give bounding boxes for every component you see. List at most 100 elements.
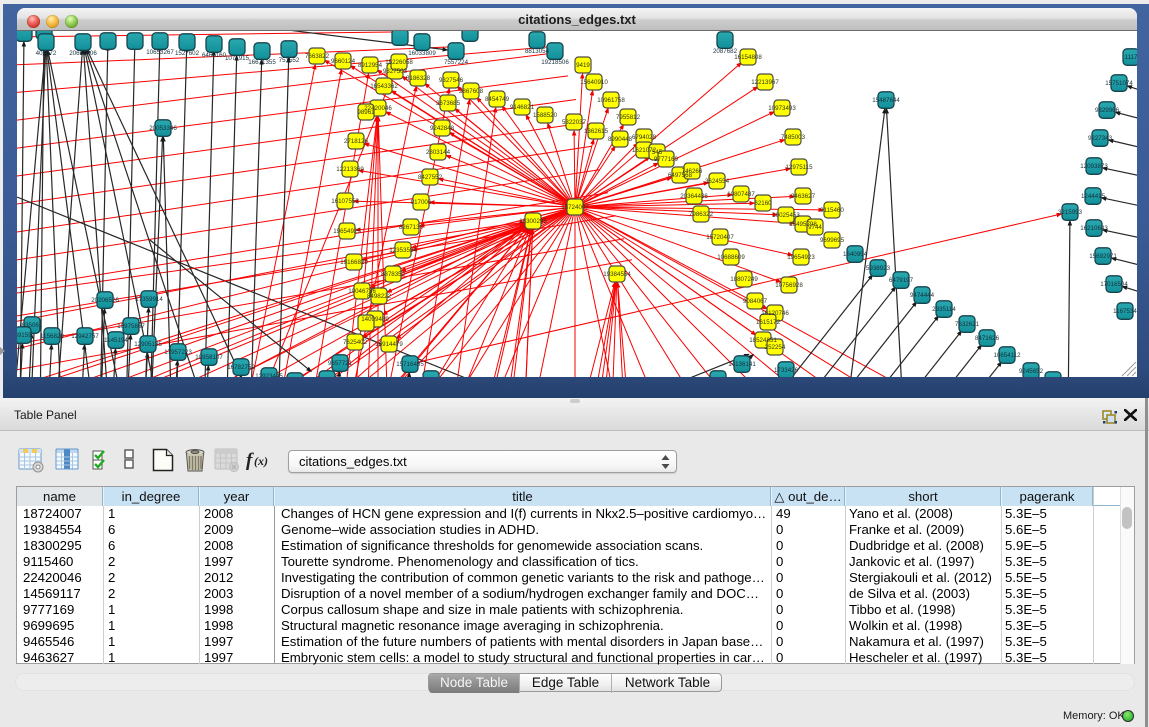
svg-text:10958107: 10958107 <box>195 354 223 361</box>
svg-text:751552: 751552 <box>279 57 300 64</box>
svg-text:9660124: 9660124 <box>331 58 356 65</box>
svg-text:9474444: 9474444 <box>910 292 935 299</box>
svg-text:12213369: 12213369 <box>336 166 364 173</box>
svg-text:16671355: 16671355 <box>248 59 276 66</box>
svg-text:16154808: 16154808 <box>734 54 762 61</box>
svg-text:1615172: 1615172 <box>756 319 781 326</box>
svg-text:10654112: 10654112 <box>993 352 1021 359</box>
svg-text:6794028: 6794028 <box>632 134 657 141</box>
svg-text:19166829: 19166829 <box>340 259 368 266</box>
svg-text:8267130: 8267130 <box>399 224 424 231</box>
svg-text:917006: 917006 <box>411 199 432 206</box>
svg-text:18807249: 18807249 <box>730 276 758 283</box>
svg-text:1071915: 1071915 <box>225 55 250 62</box>
svg-text:19654923: 19654923 <box>787 254 815 261</box>
svg-text:10975867: 10975867 <box>117 323 145 330</box>
svg-text:7632621: 7632621 <box>955 321 980 328</box>
svg-text:8471626: 8471626 <box>975 335 1000 342</box>
svg-text:15226058: 15226058 <box>385 59 413 66</box>
svg-text:8186328: 8186328 <box>406 75 431 82</box>
svg-text:405572: 405572 <box>36 50 57 57</box>
svg-text:3673685: 3673685 <box>436 100 461 107</box>
svg-text:9245652: 9245652 <box>1019 368 1044 375</box>
svg-text:18300295: 18300295 <box>519 218 547 225</box>
svg-text:7955812: 7955812 <box>616 114 641 121</box>
svg-text:8990448: 8990448 <box>608 136 633 143</box>
svg-text:1733426: 1733426 <box>774 367 799 374</box>
svg-text:16782759: 16782759 <box>227 364 255 371</box>
svg-text:2803144: 2803144 <box>426 149 451 156</box>
svg-text:8498222: 8498222 <box>367 293 392 300</box>
svg-text:16120746: 16120746 <box>761 310 789 317</box>
svg-text:19384554: 19384554 <box>603 271 631 278</box>
svg-text:9419: 9419 <box>576 62 590 69</box>
svg-text:1145194: 1145194 <box>104 337 128 344</box>
svg-text:18724007: 18724007 <box>561 204 589 211</box>
svg-text:1244415: 1244415 <box>1081 193 1106 200</box>
svg-text:9777169: 9777169 <box>654 156 679 163</box>
svg-text:10807487: 10807487 <box>727 191 755 198</box>
svg-text:19654925: 19654925 <box>333 228 361 235</box>
svg-text:9146821: 9146821 <box>510 104 535 111</box>
svg-text:12905135: 12905135 <box>134 341 162 348</box>
svg-text:16914479: 16914479 <box>375 341 403 348</box>
svg-text:16107553: 16107553 <box>331 198 359 205</box>
svg-text:252254: 252254 <box>765 344 786 351</box>
svg-text:10025453: 10025453 <box>772 212 800 219</box>
svg-text:12923445: 12923445 <box>255 373 283 377</box>
svg-text:16543362: 16543362 <box>370 83 398 90</box>
svg-text:7663822: 7663822 <box>305 53 330 60</box>
svg-text:6479197: 6479197 <box>889 277 914 284</box>
svg-text:9699695: 9699695 <box>820 237 845 244</box>
svg-text:9744: 9744 <box>808 224 822 231</box>
svg-text:9327546: 9327546 <box>439 77 464 84</box>
svg-text:2935114: 2935114 <box>932 306 956 313</box>
svg-text:18524851: 18524851 <box>749 337 777 344</box>
svg-text:9242848: 9242848 <box>430 125 455 132</box>
svg-text:9227343: 9227343 <box>1088 135 1113 142</box>
svg-text:15640910: 15640910 <box>580 79 608 86</box>
svg-text:12213967: 12213967 <box>751 79 779 86</box>
svg-text:1156829: 1156829 <box>40 333 64 340</box>
svg-text:20364436: 20364436 <box>680 193 708 200</box>
svg-text:5938923: 5938923 <box>866 265 891 272</box>
svg-text:12942757: 12942757 <box>71 333 99 340</box>
svg-text:5322037: 5322037 <box>562 119 587 126</box>
svg-text:8878352: 8878352 <box>381 271 406 278</box>
svg-text:9115460: 9115460 <box>820 207 844 214</box>
svg-text:746266: 746266 <box>682 168 703 175</box>
svg-text:16210643: 16210643 <box>1080 225 1108 232</box>
svg-text:14136141: 14136141 <box>728 361 756 368</box>
svg-text:9657721: 9657721 <box>328 360 353 367</box>
svg-text:9327503: 9327503 <box>383 68 408 75</box>
svg-text:17957223: 17957223 <box>164 349 192 356</box>
svg-text:9463627: 9463627 <box>791 193 816 200</box>
svg-text:10961758: 10961758 <box>597 97 625 104</box>
svg-text:10973493: 10973493 <box>768 105 796 112</box>
svg-text:15692971: 15692971 <box>1089 253 1117 260</box>
svg-text:39159: 39159 <box>17 332 32 339</box>
svg-text:8813054: 8813054 <box>525 48 550 55</box>
svg-text:9329966: 9329966 <box>1095 107 1120 114</box>
svg-text:1167534: 1167534 <box>1113 308 1137 315</box>
svg-text:10653267: 10653267 <box>146 49 174 56</box>
svg-text:8454749: 8454749 <box>485 96 510 103</box>
svg-text:20053346: 20053346 <box>149 125 177 132</box>
svg-text:17016504: 17016504 <box>1100 281 1128 288</box>
svg-text:545: 545 <box>652 149 663 156</box>
svg-text:1640954: 1640954 <box>843 251 868 258</box>
svg-text:15751074: 15751074 <box>1105 80 1133 87</box>
svg-text:10756928: 10756928 <box>775 282 803 289</box>
svg-text:8912954: 8912954 <box>358 62 383 69</box>
svg-text:2087682: 2087682 <box>713 48 738 55</box>
svg-text:62160: 62160 <box>754 200 772 207</box>
svg-text:1588520: 1588520 <box>533 112 558 119</box>
svg-text:(x): (x) <box>254 454 268 468</box>
svg-text:17359914: 17359914 <box>135 296 163 303</box>
svg-text:12353594: 12353594 <box>389 247 417 254</box>
svg-text:15720407: 15720407 <box>706 234 734 241</box>
svg-text:20691406: 20691406 <box>69 50 97 57</box>
svg-text:2867608: 2867608 <box>459 88 484 95</box>
svg-text:1527602: 1527602 <box>175 50 200 57</box>
svg-text:16033809: 16033809 <box>408 50 436 57</box>
